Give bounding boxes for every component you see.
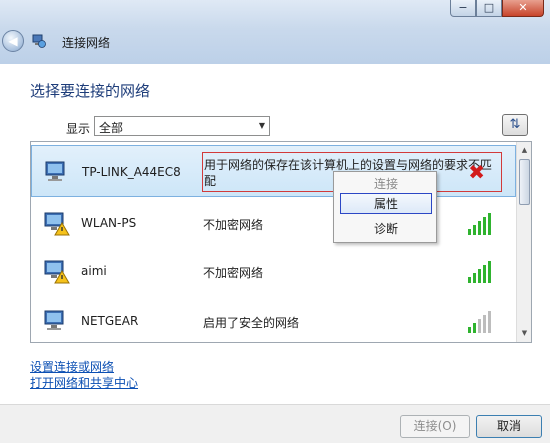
filter-label: 显示 bbox=[66, 122, 91, 136]
secure-network-icon bbox=[44, 310, 64, 330]
dialog-footer: 连接(O) 取消 bbox=[0, 404, 550, 443]
network-row-wlan-ps[interactable]: WLAN-PS 不加密网络 bbox=[31, 197, 516, 249]
signal-strength-icon bbox=[468, 209, 494, 235]
scroll-thumb[interactable] bbox=[519, 159, 530, 205]
network-name: TP-LINK_A44EC8 bbox=[82, 165, 181, 179]
network-name: NETGEAR bbox=[81, 314, 139, 328]
network-list: TP-LINK_A44EC8 用于网络的保存在该计算机上的设置与网络的要求不匹配… bbox=[30, 141, 532, 343]
network-row-tp-link[interactable]: TP-LINK_A44EC8 用于网络的保存在该计算机上的设置与网络的要求不匹配… bbox=[31, 145, 516, 197]
connect-button[interactable]: 连接(O) bbox=[400, 415, 470, 438]
open-network-warning-icon bbox=[44, 260, 70, 284]
scroll-down-icon[interactable]: ▼ bbox=[518, 326, 531, 341]
scroll-up-icon[interactable]: ▲ bbox=[518, 143, 531, 158]
network-name: WLAN-PS bbox=[81, 216, 137, 230]
title-bar: − □ ✕ ◀ 连接网络 bbox=[0, 0, 550, 64]
signal-strength-icon bbox=[468, 307, 494, 333]
minimize-button[interactable]: − bbox=[450, 0, 476, 17]
network-row-netgear[interactable]: NETGEAR 启用了安全的网络 bbox=[31, 295, 516, 347]
maximize-button[interactable]: □ bbox=[476, 0, 502, 17]
network-sharing-center-link[interactable]: 打开网络和共享中心 bbox=[30, 374, 138, 391]
menu-item-diagnose[interactable]: 诊断 bbox=[340, 219, 432, 240]
network-globe-icon bbox=[32, 34, 46, 48]
chevron-down-icon: ▼ bbox=[258, 121, 265, 130]
signal-strength-icon bbox=[468, 257, 494, 283]
wireless-network-icon bbox=[45, 161, 65, 181]
network-status: 不加密网络 bbox=[203, 218, 264, 232]
network-status: 不加密网络 bbox=[203, 266, 264, 280]
window-controls: − □ ✕ bbox=[450, 0, 544, 17]
context-menu: 连接 属性 诊断 bbox=[333, 171, 437, 243]
setup-connection-link[interactable]: 设置连接或网络 bbox=[30, 358, 114, 375]
list-scrollbar[interactable]: ▲ ▼ bbox=[516, 142, 531, 342]
filter-dropdown[interactable]: 全部 ▼ bbox=[94, 116, 270, 136]
menu-item-properties[interactable]: 属性 bbox=[340, 193, 432, 214]
network-name: aimi bbox=[81, 264, 107, 278]
page-heading: 选择要连接的网络 bbox=[30, 82, 151, 100]
network-status: 启用了安全的网络 bbox=[203, 316, 300, 330]
refresh-arrows-icon: ⇅ bbox=[509, 117, 521, 132]
filter-selected-value: 全部 bbox=[99, 121, 124, 135]
window-title: 连接网络 bbox=[62, 36, 111, 50]
open-network-warning-icon bbox=[44, 212, 70, 236]
cancel-button[interactable]: 取消 bbox=[476, 415, 542, 438]
error-x-icon: ✖ bbox=[468, 160, 485, 184]
close-button[interactable]: ✕ bbox=[502, 0, 544, 17]
menu-item-connect[interactable]: 连接 bbox=[340, 174, 432, 195]
refresh-button[interactable]: ⇅ bbox=[502, 114, 528, 136]
network-row-aimi[interactable]: aimi 不加密网络 bbox=[31, 245, 516, 297]
back-arrow-icon[interactable]: ◀ bbox=[2, 30, 24, 52]
